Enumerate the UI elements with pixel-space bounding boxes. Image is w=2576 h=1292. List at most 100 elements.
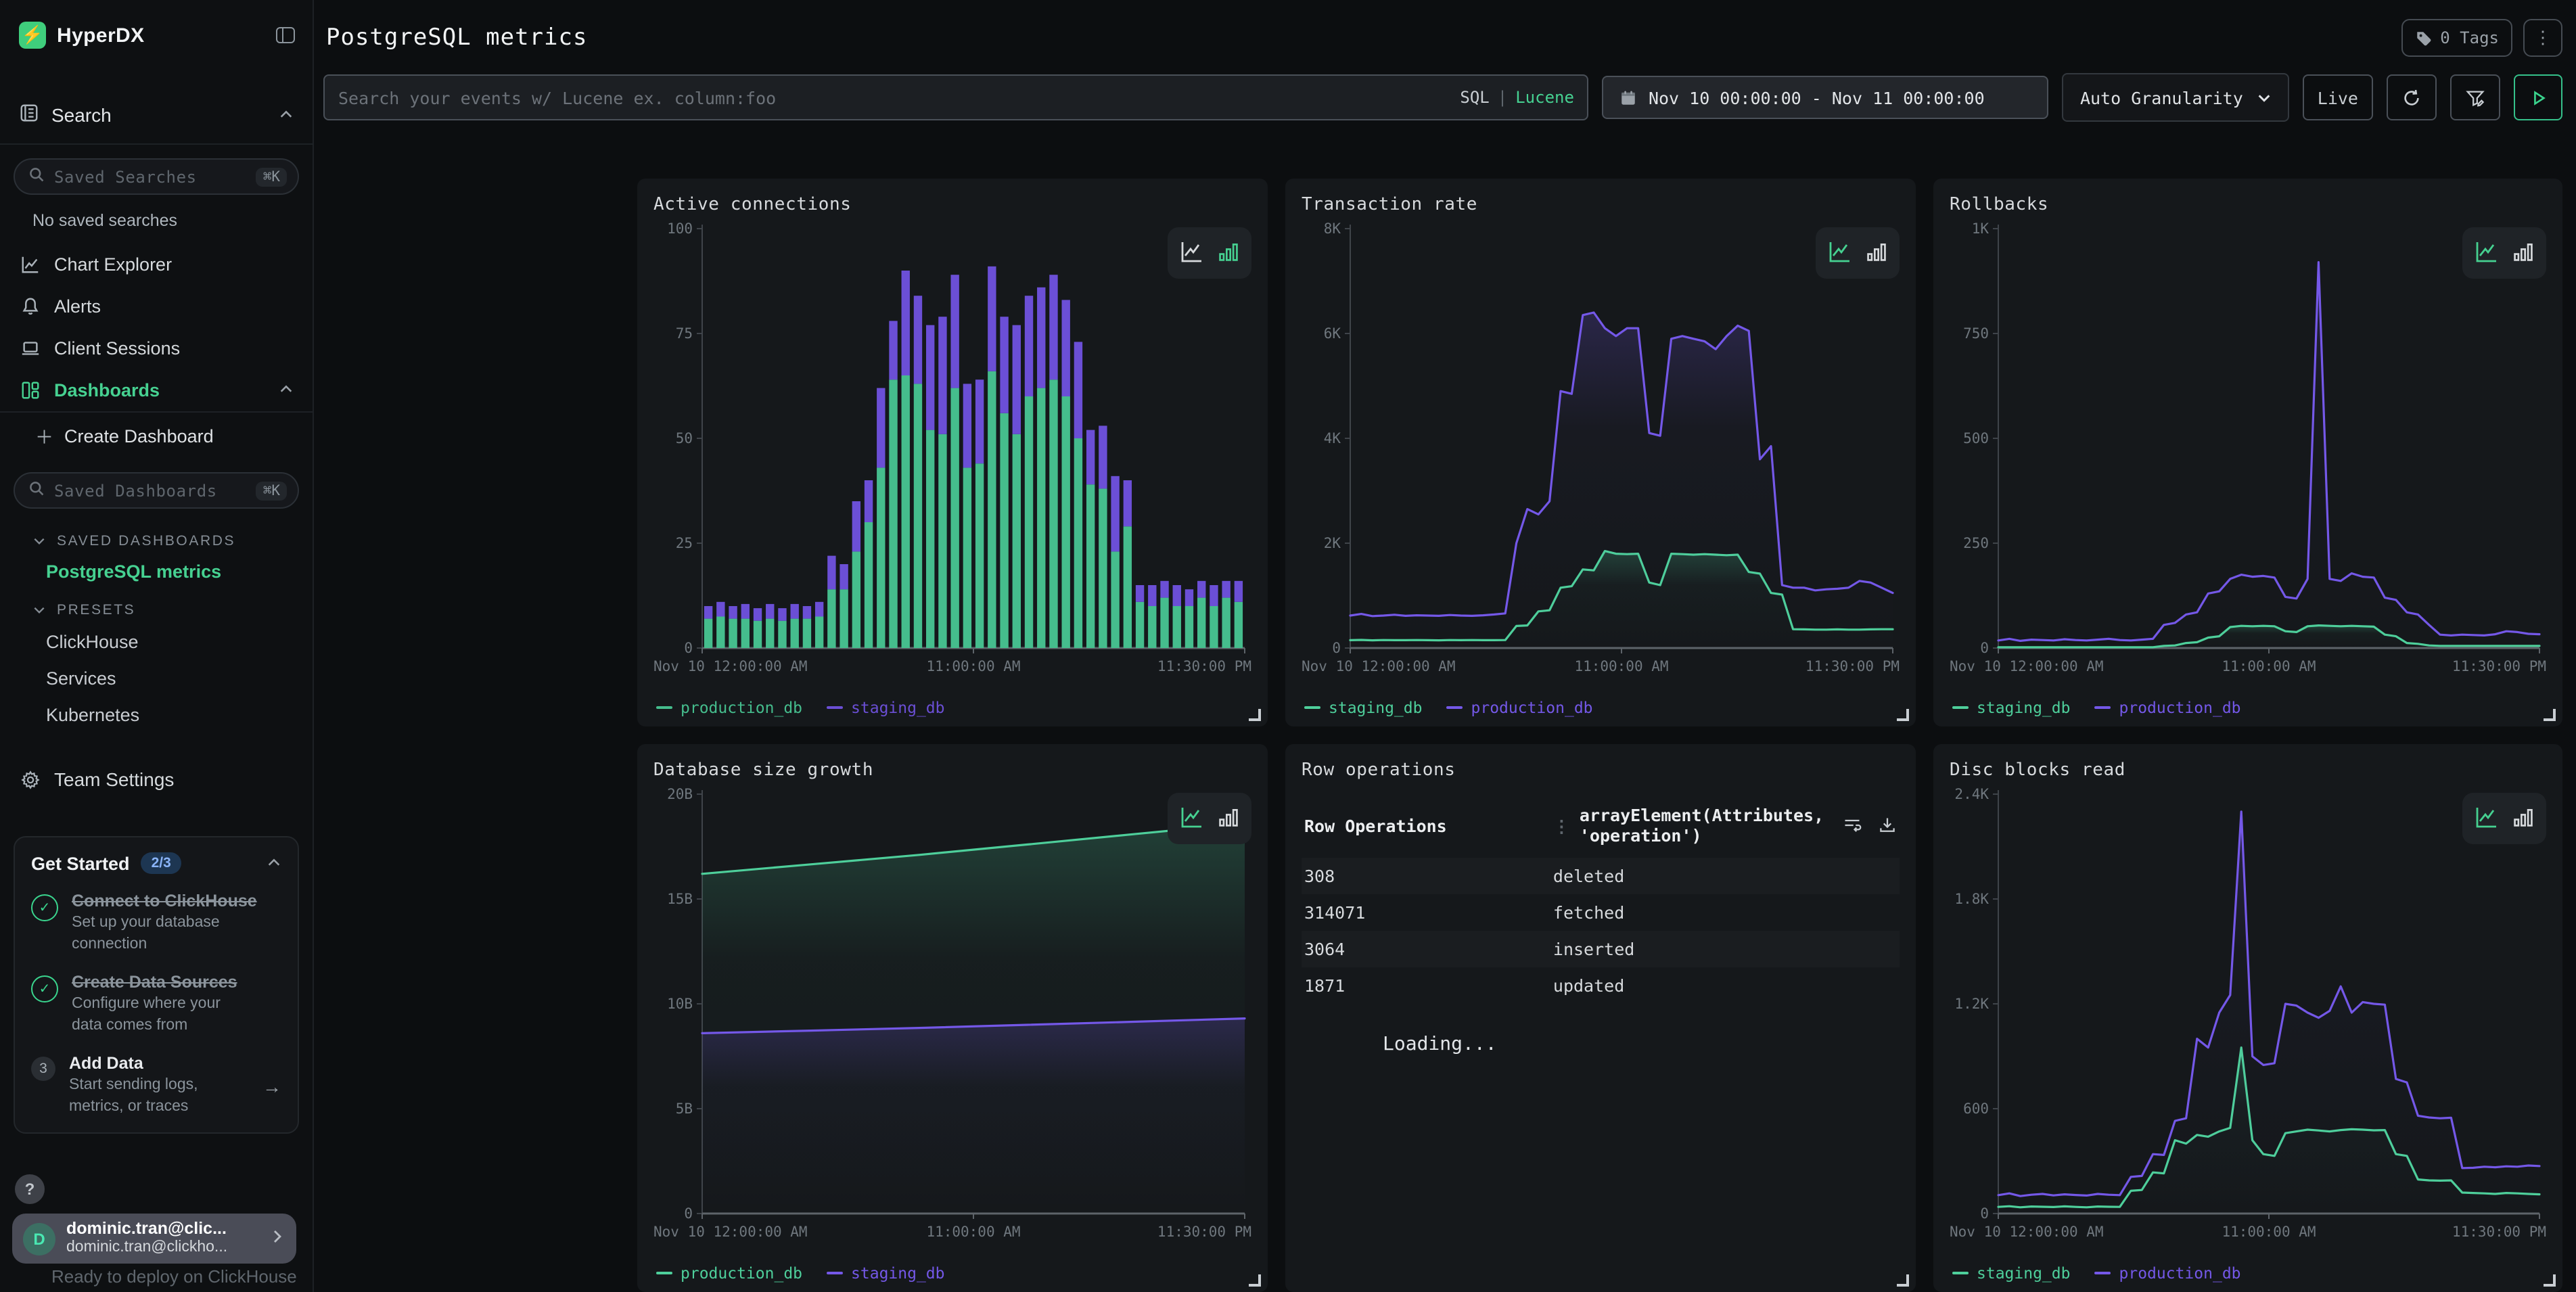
svg-text:0: 0 xyxy=(1332,640,1341,656)
svg-text:500: 500 xyxy=(1963,430,1989,446)
sidebar-item-team-settings[interactable]: Team Settings xyxy=(0,758,313,801)
svg-text:25: 25 xyxy=(676,535,693,551)
chart-explorer-icon xyxy=(19,254,41,275)
saved-dashboards-header[interactable]: SAVED DASHBOARDS xyxy=(0,520,313,555)
chart-active-connections[interactable]: 0255075100Nov 10 12:00:00 AM11:00:00 AM1… xyxy=(653,218,1251,695)
no-saved-searches-text: No saved searches xyxy=(0,206,313,244)
legend-item[interactable]: production_db xyxy=(656,1264,802,1283)
chart-database-size-growth[interactable]: 05B10B15B20BNov 10 12:00:00 AM11:00:00 A… xyxy=(653,783,1251,1261)
table-header-expression[interactable]: arrayElement(Attributes, 'operation') xyxy=(1580,805,1843,846)
line-chart-toggle-icon[interactable] xyxy=(1180,804,1204,833)
legend-item[interactable]: staging_db xyxy=(1952,698,2071,717)
line-chart-toggle-icon[interactable] xyxy=(1828,239,1852,267)
chart-type-toggle xyxy=(1816,227,1900,279)
chart-rollbacks[interactable]: 02505007501KNov 10 12:00:00 AM11:00:00 A… xyxy=(1950,218,2546,695)
legend-item[interactable]: production_db xyxy=(2095,698,2241,717)
user-menu[interactable]: D dominic.tran@clic... dominic.tran@clic… xyxy=(12,1214,296,1264)
legend-item[interactable]: production_db xyxy=(1447,698,1593,717)
column-drag-handle[interactable]: ⋮ xyxy=(1553,815,1569,835)
get-started-item-sources[interactable]: ✓ Create Data Sources Configure where yo… xyxy=(31,973,281,1036)
run-query-button[interactable] xyxy=(2514,74,2562,120)
legend-item[interactable]: production_db xyxy=(656,698,802,717)
table-row[interactable]: 314071fetched xyxy=(1302,894,1900,931)
panel-resize-handle[interactable] xyxy=(1897,709,1909,721)
presets-header[interactable]: PRESETS xyxy=(0,589,313,624)
legend-item[interactable]: staging_db xyxy=(1304,698,1423,717)
bar-chart-toggle-icon[interactable] xyxy=(1218,240,1239,266)
line-chart-toggle-icon[interactable] xyxy=(2475,239,2499,267)
hyperdx-logo-icon: ⚡ xyxy=(19,22,46,49)
chart-disc-blocks-read[interactable]: 06001.2K1.8K2.4KNov 10 12:00:00 AM11:00:… xyxy=(1950,783,2546,1261)
svg-text:11:30:00 PM: 11:30:00 PM xyxy=(2452,658,2546,674)
panel-resize-handle[interactable] xyxy=(2544,1274,2556,1287)
table-row[interactable]: 1871updated xyxy=(1302,967,1900,1004)
more-options-button[interactable]: ⋮ xyxy=(2523,19,2562,57)
table-header-row-operations[interactable]: Row Operations xyxy=(1304,815,1553,835)
refresh-button[interactable] xyxy=(2387,74,2437,120)
sidebar: ⚡ HyperDX Search Saved Searches ⌘K No sa… xyxy=(0,0,314,1292)
sidebar-item-kubernetes[interactable]: Kubernetes xyxy=(0,697,313,733)
download-icon[interactable] xyxy=(1878,816,1897,835)
svg-text:11:00:00 AM: 11:00:00 AM xyxy=(1574,658,1668,674)
chart-legend: production_db staging_db xyxy=(653,1261,1251,1288)
get-started-item-add-data[interactable]: 3 Add Data Start sending logs, metrics, … xyxy=(31,1054,281,1117)
live-button[interactable]: Live xyxy=(2303,74,2373,120)
sidebar-item-postgresql-metrics[interactable]: PostgreSQL metrics xyxy=(0,555,313,589)
granularity-select[interactable]: Auto Granularity xyxy=(2063,73,2289,122)
check-circle-icon: ✓ xyxy=(31,975,58,1002)
svg-text:75: 75 xyxy=(676,325,693,342)
avatar: D xyxy=(23,1222,55,1255)
chevron-up-icon[interactable] xyxy=(267,853,281,873)
saved-dashboards-input[interactable]: Saved Dashboards ⌘K xyxy=(14,472,299,509)
saved-searches-input[interactable]: Saved Searches ⌘K xyxy=(14,158,299,195)
chart-transaction-rate[interactable]: 02K4K6K8KNov 10 12:00:00 AM11:00:00 AM11… xyxy=(1302,218,1900,695)
legend-item[interactable]: production_db xyxy=(2095,1264,2241,1283)
tags-button[interactable]: 0 Tags xyxy=(2401,19,2512,57)
panel-disc-blocks-read: Disc blocks read 06001.2K1.8K2.4KNov 10 … xyxy=(1933,744,2562,1292)
sidebar-item-client-sessions[interactable]: Client Sessions xyxy=(0,327,313,369)
time-range-picker[interactable]: Nov 10 00:00:00 - Nov 11 00:00:00 xyxy=(1603,76,2049,119)
event-search-input[interactable]: Search your events w/ Lucene ex. column:… xyxy=(323,74,1589,120)
get-started-card: Get Started 2/3 ✓ Connect to ClickHouse … xyxy=(14,836,299,1134)
filter-button[interactable] xyxy=(2450,74,2500,120)
svg-text:Nov 10 12:00:00 AM: Nov 10 12:00:00 AM xyxy=(1950,1224,2104,1240)
legend-item[interactable]: staging_db xyxy=(1952,1264,2071,1283)
bar-chart-toggle-icon[interactable] xyxy=(1866,240,1887,266)
sidebar-item-alerts[interactable]: Alerts xyxy=(0,285,313,327)
table-row[interactable]: 3064inserted xyxy=(1302,931,1900,967)
table-row[interactable]: 308deleted xyxy=(1302,858,1900,894)
chart-legend: staging_db production_db xyxy=(1950,695,2546,722)
wrap-lines-icon[interactable] xyxy=(1843,816,1862,835)
bar-chart-toggle-icon[interactable] xyxy=(2512,240,2534,266)
promo-text: Ready to deploy on ClickHouse Clo... xyxy=(51,1264,313,1292)
panel-resize-handle[interactable] xyxy=(2544,709,2556,721)
sidebar-item-dashboards[interactable]: Dashboards xyxy=(0,369,313,411)
sidebar-item-chart-explorer[interactable]: Chart Explorer xyxy=(0,244,313,285)
panel-resize-handle[interactable] xyxy=(1897,1274,1909,1287)
chevron-down-icon xyxy=(2257,90,2272,105)
filter-edit-icon xyxy=(2465,87,2485,108)
panel-resize-handle[interactable] xyxy=(1249,1274,1261,1287)
panel-resize-handle[interactable] xyxy=(1249,709,1261,721)
create-dashboard-button[interactable]: ＋ Create Dashboard xyxy=(0,413,313,459)
sidebar-item-services[interactable]: Services xyxy=(0,660,313,697)
help-button[interactable]: ? xyxy=(15,1174,45,1204)
get-started-item-connect[interactable]: ✓ Connect to ClickHouse Set up your data… xyxy=(31,892,281,955)
legend-item[interactable]: staging_db xyxy=(827,1264,945,1283)
legend-item[interactable]: staging_db xyxy=(827,698,945,717)
line-chart-toggle-icon[interactable] xyxy=(2475,804,2499,833)
bar-chart-toggle-icon[interactable] xyxy=(2512,806,2534,831)
panel-title: Row operations xyxy=(1302,760,1900,781)
sql-toggle[interactable]: SQL xyxy=(1460,88,1489,107)
sidebar-collapse-icon[interactable] xyxy=(275,24,296,46)
lucene-toggle[interactable]: Lucene xyxy=(1515,88,1574,107)
sidebar-item-clickhouse[interactable]: ClickHouse xyxy=(0,624,313,660)
panel-title: Database size growth xyxy=(653,760,1251,781)
svg-text:Nov 10 12:00:00 AM: Nov 10 12:00:00 AM xyxy=(653,1224,808,1240)
line-chart-toggle-icon[interactable] xyxy=(1180,239,1204,267)
svg-text:20B: 20B xyxy=(667,786,693,802)
chart-type-toggle xyxy=(2462,227,2546,279)
sidebar-section-search[interactable]: Search xyxy=(0,87,313,143)
panel-title: Disc blocks read xyxy=(1950,760,2546,781)
bar-chart-toggle-icon[interactable] xyxy=(1218,806,1239,831)
